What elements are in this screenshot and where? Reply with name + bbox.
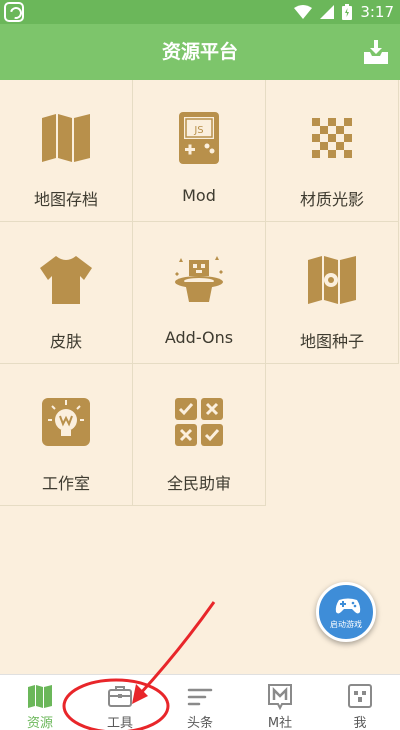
nav-item-resources[interactable]: 资源 bbox=[0, 675, 80, 730]
grid-item-label: 全民助审 bbox=[166, 474, 231, 493]
grid-item-label: Mod bbox=[182, 186, 216, 205]
headlines-icon bbox=[187, 688, 213, 706]
svg-text:JS: JS bbox=[193, 125, 203, 136]
bottom-nav: 资源 工具 头条 M社 我 bbox=[0, 674, 400, 730]
page-title: 资源平台 bbox=[161, 41, 238, 63]
grid-item-label: 皮肤 bbox=[49, 332, 82, 351]
grid-item-skin[interactable]: 皮肤 bbox=[0, 222, 133, 364]
app-header: 资源平台 bbox=[0, 24, 400, 80]
grid-item-texture-shader[interactable]: 材质光影 bbox=[266, 80, 399, 222]
nav-label: 头条 bbox=[186, 716, 213, 730]
review-checklist-icon bbox=[175, 398, 223, 446]
map-icon bbox=[42, 114, 90, 162]
nav-item-tools[interactable]: 工具 bbox=[80, 675, 160, 730]
m-community-icon bbox=[268, 684, 292, 710]
map-seed-icon bbox=[308, 256, 356, 304]
magic-hat-icon bbox=[175, 256, 223, 302]
grid-item-mod[interactable]: JS Mod bbox=[133, 80, 266, 222]
grid-item-label: 材质光影 bbox=[299, 190, 364, 209]
nav-label: 资源 bbox=[26, 716, 53, 730]
nav-item-m-community[interactable]: M社 bbox=[240, 675, 320, 730]
nav-label: M社 bbox=[267, 716, 293, 730]
grid-item-label: Add-Ons bbox=[164, 328, 234, 347]
download-tray-icon[interactable] bbox=[362, 38, 390, 66]
signal-icon bbox=[320, 5, 335, 19]
nav-label: 工具 bbox=[106, 716, 133, 730]
status-icons: 3:17 bbox=[294, 2, 394, 22]
grid-item-map-archive[interactable]: 地图存档 bbox=[0, 80, 133, 222]
launch-game-button[interactable]: 启动游戏 bbox=[316, 582, 376, 642]
status-time: 3:17 bbox=[360, 3, 394, 21]
grid-item-map-seed[interactable]: 地图种子 bbox=[266, 222, 399, 364]
grid-item-addons[interactable]: Add-Ons bbox=[133, 222, 266, 364]
map-icon bbox=[28, 685, 52, 708]
shirt-icon bbox=[40, 256, 92, 304]
grid-item-studio[interactable]: 工作室 bbox=[0, 364, 133, 506]
nav-item-headlines[interactable]: 头条 bbox=[160, 675, 240, 730]
grid-item-label: 地图存档 bbox=[33, 190, 98, 209]
grid-item-label: 地图种子 bbox=[299, 332, 364, 351]
checker-texture-icon bbox=[312, 118, 352, 158]
gamepad-icon bbox=[335, 598, 361, 614]
nav-item-me[interactable]: 我 bbox=[320, 675, 400, 730]
status-bar: 3:17 bbox=[0, 0, 400, 24]
launch-game-label: 启动游戏 bbox=[330, 620, 362, 629]
profile-icon bbox=[348, 684, 372, 708]
battery-icon bbox=[342, 4, 353, 20]
grid-item-review[interactable]: 全民助审 bbox=[133, 364, 266, 506]
app-notification-icon bbox=[4, 2, 24, 22]
grid-item-label: 工作室 bbox=[41, 474, 90, 493]
gameboy-js-icon: JS bbox=[179, 112, 219, 164]
nav-label: 我 bbox=[353, 716, 367, 730]
wifi-icon bbox=[294, 5, 313, 19]
studio-bulb-icon bbox=[42, 398, 90, 446]
toolbox-icon bbox=[108, 686, 132, 707]
